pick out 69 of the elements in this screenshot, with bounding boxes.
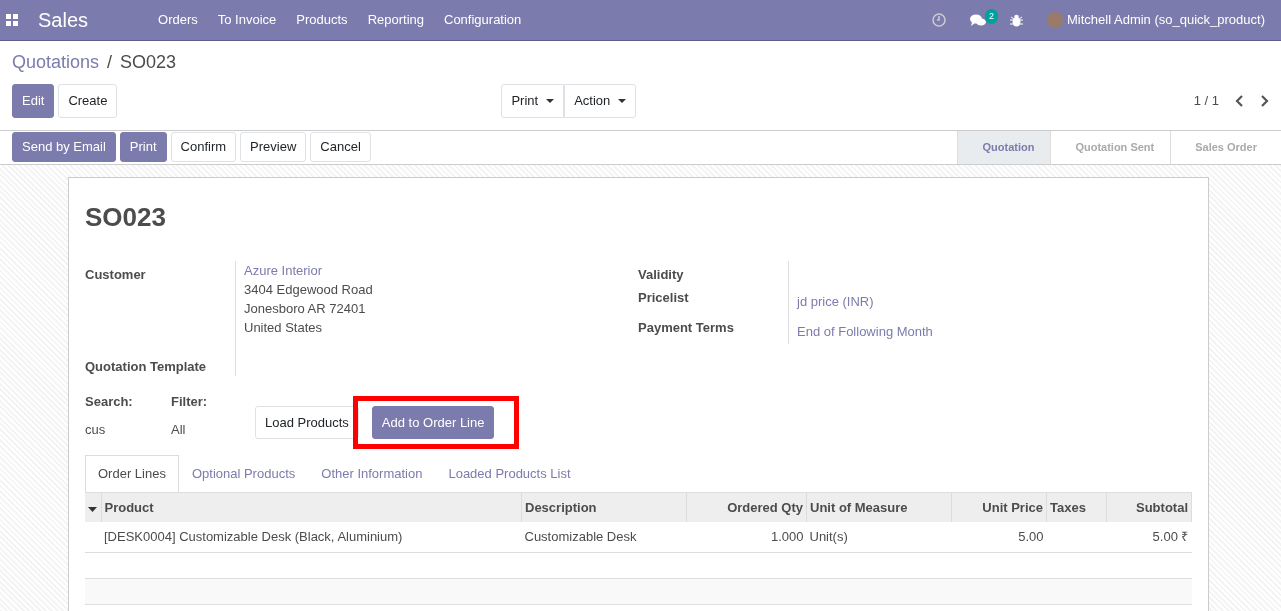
record-title: SO023 (85, 200, 167, 234)
table-cell: [DESK0004] Customizable Desk (Black, Aluminium) (104, 529, 403, 544)
print-button[interactable]: Print (119, 132, 167, 162)
clock-icon[interactable] (932, 13, 946, 27)
menu-item[interactable]: To Invoice (207, 10, 287, 30)
filter-label: Filter: (171, 393, 209, 411)
status-stage[interactable]: Quotation (957, 130, 1051, 164)
table-cell: 1.000 (770, 529, 804, 544)
previous-icon[interactable] (1235, 94, 1244, 107)
filter-value: All (171, 420, 187, 439)
address-line: United States (244, 318, 324, 337)
column-header[interactable]: Unit Price (951, 492, 1047, 522)
caret-icon (618, 98, 627, 103)
field-label: Validity (638, 265, 685, 284)
field-label: Payment Terms (638, 319, 735, 337)
confirm-button[interactable]: Confirm (170, 132, 237, 162)
column-header[interactable]: Ordered Qty (686, 492, 807, 522)
menu-item[interactable]: Configuration (434, 10, 532, 30)
user-menu[interactable]: Mitchell Admin (so_quick_product) (1047, 10, 1265, 30)
dropdown-button[interactable]: Action (564, 84, 637, 118)
table-cell: 5.00 ₹ (1152, 529, 1189, 544)
next-icon[interactable] (1260, 94, 1269, 107)
column-header[interactable]: Subtotal (1106, 492, 1192, 522)
breadcrumb-current: SO023 (120, 52, 177, 72)
load-products-button[interactable]: Load Products (255, 405, 359, 439)
send-by-email-button[interactable]: Send by Email (12, 132, 116, 162)
search-value: cus (85, 420, 107, 439)
menu-item[interactable]: Products (286, 10, 358, 30)
field-link[interactable]: End of Following Month (797, 324, 933, 339)
breadcrumb-separator: / (107, 52, 113, 72)
field-label: Quotation Template (85, 357, 208, 376)
pager-value: 1 / 1 (1193, 92, 1219, 110)
status-stage[interactable]: Quotation Sent (1050, 130, 1171, 164)
table-cell: 5.00 (1018, 529, 1044, 544)
search-label: Search: (85, 393, 134, 411)
status-stage[interactable]: Sales Order (1170, 130, 1273, 164)
avatar-icon (1047, 12, 1063, 28)
menu-item[interactable]: Orders (148, 10, 208, 30)
table-cell: Customizable Desk (524, 529, 637, 544)
customer-link[interactable]: Azure Interior (244, 260, 373, 280)
menu-item[interactable]: Reporting (357, 10, 434, 30)
column-header[interactable]: Product (101, 492, 522, 522)
tab[interactable]: Order Lines (85, 455, 179, 492)
field-link[interactable]: jd price (INR) (797, 294, 874, 309)
field-label: Customer (85, 265, 147, 284)
table-cell: Unit(s) (809, 529, 848, 544)
cancel-button[interactable]: Cancel (310, 132, 371, 162)
bug-icon[interactable] (1010, 13, 1023, 27)
caret-icon (546, 98, 555, 103)
preview-button[interactable]: Preview (240, 132, 307, 162)
apps-menu-icon[interactable] (6, 14, 18, 26)
add-to-order-line-button[interactable]: Add to Order Line (371, 405, 495, 439)
breadcrumb-link[interactable]: Quotations (12, 52, 100, 72)
edit-button[interactable]: Edit (12, 84, 55, 118)
dropdown-button[interactable]: Print (501, 84, 565, 118)
address-line: Jonesboro AR 72401 (244, 299, 367, 318)
app-name[interactable]: Sales (38, 5, 89, 35)
sort-caret-icon[interactable] (88, 506, 97, 512)
tab[interactable]: Loaded Products List (435, 455, 584, 492)
message-count-badge: 2 (985, 8, 998, 24)
column-header[interactable]: Taxes (1046, 492, 1107, 522)
address-line: 3404 Edgewood Road (244, 280, 373, 299)
create-button[interactable]: Create (58, 84, 118, 118)
field-label: Pricelist (638, 289, 690, 307)
tab[interactable]: Other Information (308, 455, 436, 492)
column-header[interactable]: Unit of Measure (806, 492, 952, 522)
chat-icon[interactable] (970, 13, 986, 27)
column-header[interactable]: Description (521, 492, 687, 522)
tab[interactable]: Optional Products (178, 455, 309, 492)
